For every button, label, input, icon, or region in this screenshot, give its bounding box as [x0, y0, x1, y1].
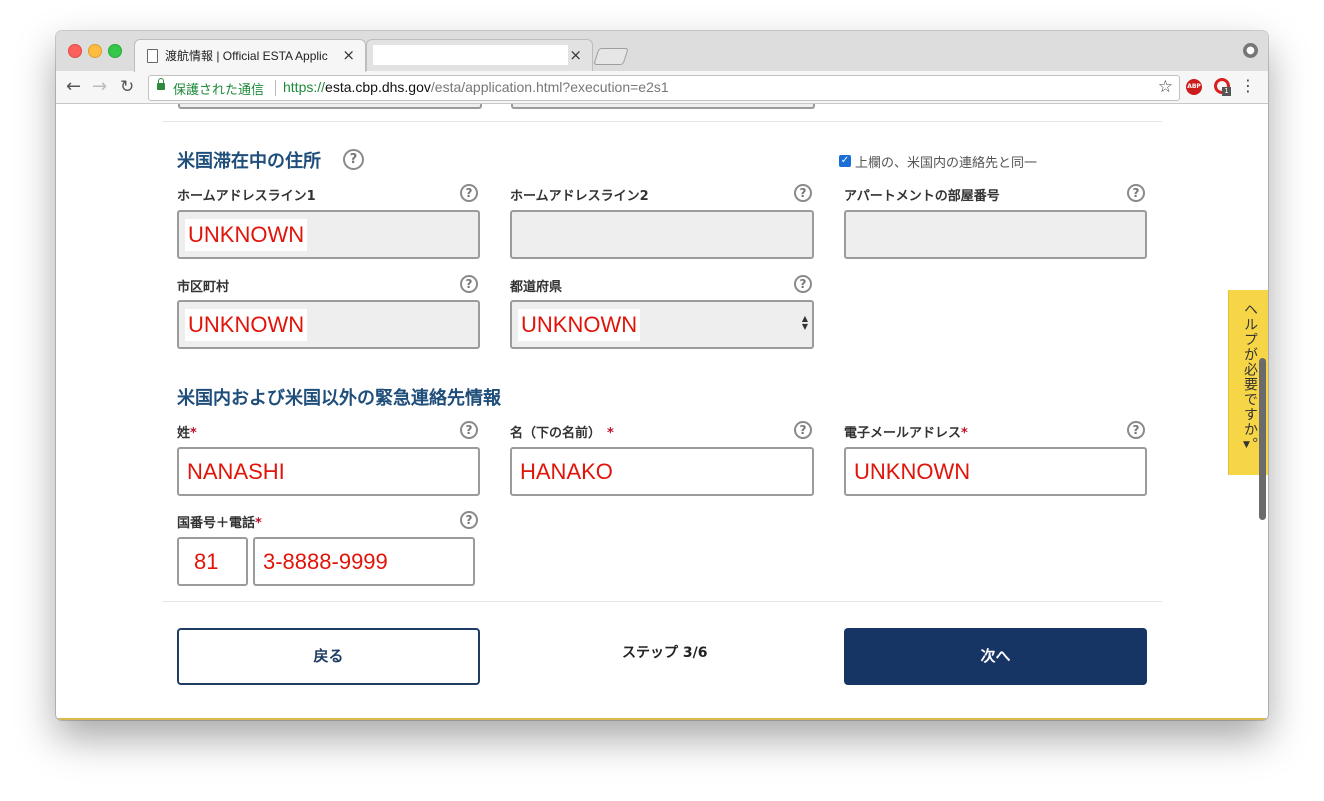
phone-label: 国番号＋電話*: [177, 512, 262, 531]
secure-connection-label[interactable]: 保護された通信: [173, 79, 264, 98]
first-name-label: 名（下の名前） *: [510, 422, 614, 441]
help-question-icon[interactable]: ?: [460, 275, 478, 293]
url-scheme: https://: [283, 79, 326, 95]
state-label: 都道府県: [510, 280, 563, 295]
help-question-icon[interactable]: ?: [460, 184, 478, 202]
previous-field-edge: [178, 104, 482, 109]
required-marker: *: [255, 516, 262, 531]
address-line1-label: ホームアドレスライン1: [177, 189, 316, 204]
tab-blank[interactable]: ×: [366, 39, 593, 72]
first-name-input[interactable]: HANAKO: [510, 447, 814, 496]
apartment-value: [852, 219, 858, 251]
back-arrow-icon[interactable]: ←: [66, 76, 81, 98]
bookmark-star-icon[interactable]: ☆: [1158, 77, 1173, 97]
first-name-label-text: 名（下の名前）: [510, 426, 602, 441]
us-address-section-title: 米国滞在中の住所: [177, 151, 321, 172]
state-select[interactable]: UNKNOWN ▲ ▼: [510, 300, 814, 349]
state-value: UNKNOWN: [518, 309, 641, 341]
page-content: 米国滞在中の住所 ? ✓ 上欄の、米国内の連絡先と同一 ホームアドレスライン1 …: [56, 104, 1268, 718]
next-button[interactable]: 次へ: [844, 628, 1147, 685]
apartment-label: アパートメントの部屋番号: [844, 189, 1000, 204]
last-name-input[interactable]: NANASHI: [177, 447, 480, 496]
document-icon: [147, 49, 158, 63]
required-marker: *: [190, 426, 197, 441]
phone-label-text: 国番号＋電話: [177, 516, 256, 531]
help-tab-label: ヘルプが必要ですか。: [1242, 302, 1258, 452]
last-name-value: NANASHI: [184, 456, 288, 488]
same-as-above-checkbox[interactable]: ✓: [839, 155, 851, 167]
tab-strip: 渡航情報 | Official ESTA Applic × × ●: [56, 31, 1268, 72]
url-host: esta.cbp.dhs.gov: [325, 79, 431, 95]
tab-close-icon[interactable]: ×: [342, 46, 355, 64]
address-line2-label: ホームアドレスライン2: [510, 189, 649, 204]
address-line2-value: [518, 219, 524, 251]
browser-window: 渡航情報 | Official ESTA Applic × × ● ← → ↻ …: [56, 31, 1268, 720]
url-separator: [275, 80, 276, 96]
first-name-value: HANAKO: [517, 456, 616, 488]
required-marker: *: [961, 426, 968, 441]
select-arrows-icon: ▲ ▼: [801, 314, 808, 331]
email-label-text: 電子メールアドレス: [844, 426, 962, 441]
country-code-value: 81: [191, 546, 222, 578]
phone-number-input[interactable]: 3-8888-9999: [253, 537, 475, 586]
profile-icon[interactable]: ●: [1243, 43, 1258, 58]
help-question-icon[interactable]: ?: [1127, 184, 1145, 202]
help-question-icon[interactable]: ?: [794, 421, 812, 439]
last-name-label: 姓*: [177, 422, 197, 441]
tab-esta-application[interactable]: 渡航情報 | Official ESTA Applic ×: [134, 39, 366, 72]
address-line1-input[interactable]: UNKNOWN: [177, 210, 480, 259]
divider: [162, 121, 1162, 122]
tab-title: 渡航情報 | Official ESTA Applic: [165, 49, 328, 63]
help-question-icon[interactable]: ?: [460, 511, 478, 529]
forward-arrow-icon[interactable]: →: [92, 76, 107, 98]
email-value: UNKNOWN: [851, 456, 974, 488]
city-value: UNKNOWN: [185, 309, 308, 341]
back-button[interactable]: 戻る: [177, 628, 480, 685]
tab-close-icon[interactable]: ×: [569, 46, 582, 64]
minimize-window-button[interactable]: [88, 44, 102, 58]
scrollbar-thumb[interactable]: [1259, 358, 1266, 520]
same-as-above-label[interactable]: 上欄の、米国内の連絡先と同一: [855, 152, 1037, 171]
required-marker: *: [607, 426, 614, 441]
maximize-window-button[interactable]: [108, 44, 122, 58]
city-input[interactable]: UNKNOWN: [177, 300, 480, 349]
help-question-icon[interactable]: ?: [794, 184, 812, 202]
phone-number-value: 3-8888-9999: [260, 546, 391, 578]
address-line2-input[interactable]: [510, 210, 814, 259]
chevron-down-icon: ▼: [1243, 440, 1250, 450]
help-question-icon[interactable]: ?: [1127, 421, 1145, 439]
address-bar[interactable]: 保護された通信 https://esta.cbp.dhs.gov/esta/ap…: [148, 75, 1180, 101]
help-question-icon[interactable]: ?: [794, 275, 812, 293]
apartment-input[interactable]: [844, 210, 1147, 259]
help-question-icon[interactable]: ?: [460, 421, 478, 439]
adblock-plus-icon[interactable]: ABP: [1186, 79, 1202, 95]
lock-icon: [157, 78, 165, 90]
email-input[interactable]: UNKNOWN: [844, 447, 1147, 496]
menu-kebab-icon[interactable]: ⋮: [1240, 76, 1256, 96]
divider: [162, 601, 1162, 602]
help-question-icon[interactable]: ?: [343, 149, 364, 170]
country-code-input[interactable]: 81: [177, 537, 248, 586]
email-label: 電子メールアドレス*: [844, 422, 968, 441]
close-window-button[interactable]: [68, 44, 82, 58]
url-path: /esta/application.html?execution=e2s1: [430, 79, 669, 95]
window-bottom-edge: [56, 718, 1268, 720]
previous-field-edge: [511, 104, 815, 109]
last-name-label-text: 姓: [177, 426, 191, 441]
address-line1-value: UNKNOWN: [185, 219, 308, 251]
step-indicator: ステップ 3/6: [622, 645, 708, 661]
emergency-section-title: 米国内および米国以外の緊急連絡先情報: [177, 388, 501, 409]
tab-title: [373, 45, 568, 65]
browser-toolbar: ← → ↻ 保護された通信 https://esta.cbp.dhs.gov/e…: [56, 71, 1268, 104]
extension-badge: 1: [1222, 87, 1231, 96]
url-text[interactable]: https://esta.cbp.dhs.gov/esta/applicatio…: [283, 79, 669, 95]
city-label: 市区町村: [177, 280, 230, 295]
reload-icon[interactable]: ↻: [120, 76, 134, 98]
new-tab-button[interactable]: [593, 48, 629, 65]
